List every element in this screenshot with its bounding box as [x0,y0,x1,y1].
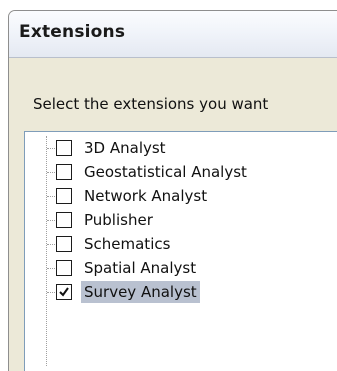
extensions-list[interactable]: 3D Analyst Geostatistical Analyst Network … [24,131,337,371]
extension-item-publisher[interactable]: Publisher [25,208,337,232]
checkbox-geostatistical-analyst[interactable] [56,164,72,180]
extension-item-survey-analyst[interactable]: Survey Analyst [25,280,337,304]
extension-item-spatial-analyst[interactable]: Spatial Analyst [25,256,337,280]
tree-branch-line [47,268,55,269]
tree-branch-line [47,172,55,173]
extension-label: Spatial Analyst [84,259,197,277]
title-bar[interactable]: Extensions [9,11,337,58]
tree-branch-line [47,148,55,149]
tree-branch-line [47,196,55,197]
extension-label: Schematics [84,235,171,253]
checkbox-network-analyst[interactable] [56,188,72,204]
extension-label: Network Analyst [84,187,208,205]
checkbox-schematics[interactable] [56,236,72,252]
extension-label: Publisher [84,211,153,229]
extension-item-geostatistical-analyst[interactable]: Geostatistical Analyst [25,160,337,184]
tree-branch-line [47,292,55,293]
dialog-title: Extensions [19,22,126,42]
tree-branch-line [47,244,55,245]
extensions-dialog: Extensions Select the extensions you wan… [8,10,337,371]
extension-label: Survey Analyst [81,281,200,303]
checkbox-3d-analyst[interactable] [56,140,72,156]
extension-label: Geostatistical Analyst [84,163,247,181]
instruction-text: Select the extensions you want [33,95,269,113]
extension-label: 3D Analyst [84,139,166,157]
checkbox-survey-analyst[interactable] [56,284,72,300]
checkmark-icon [59,287,69,297]
extension-item-network-analyst[interactable]: Network Analyst [25,184,337,208]
tree-branch-line [47,220,55,221]
checkbox-spatial-analyst[interactable] [56,260,72,276]
extension-item-schematics[interactable]: Schematics [25,232,337,256]
extension-item-3d-analyst[interactable]: 3D Analyst [25,136,337,160]
checkbox-publisher[interactable] [56,212,72,228]
